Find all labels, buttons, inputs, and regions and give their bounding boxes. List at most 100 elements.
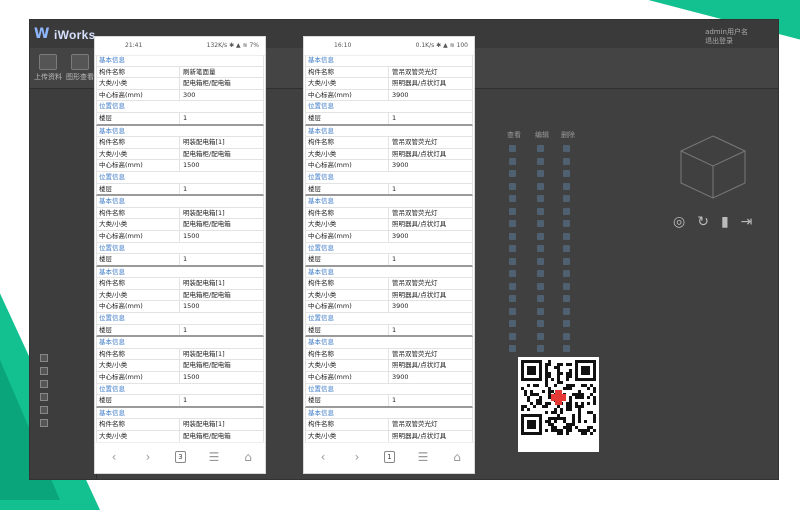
view-icon[interactable] bbox=[509, 345, 516, 352]
back-icon[interactable]: ‹ bbox=[105, 450, 123, 464]
view-icon[interactable] bbox=[509, 145, 516, 152]
delete-icon[interactable] bbox=[563, 183, 570, 190]
qr-module bbox=[527, 369, 530, 372]
edit-icon[interactable] bbox=[537, 245, 544, 252]
qr-module bbox=[572, 414, 575, 417]
delete-icon[interactable] bbox=[563, 258, 570, 265]
tree-checkbox[interactable] bbox=[40, 393, 48, 401]
view-icon[interactable] bbox=[509, 233, 516, 240]
back-icon[interactable]: ‹ bbox=[314, 450, 332, 464]
view-icon[interactable] bbox=[509, 258, 516, 265]
qr-module bbox=[548, 396, 551, 399]
view-icon[interactable] bbox=[509, 220, 516, 227]
qr-module bbox=[575, 363, 578, 366]
home-icon[interactable]: ⌂ bbox=[239, 450, 257, 464]
delete-icon[interactable] bbox=[563, 283, 570, 290]
delete-icon[interactable] bbox=[563, 158, 570, 165]
view-icon[interactable] bbox=[509, 170, 516, 177]
delete-icon[interactable] bbox=[563, 245, 570, 252]
menu-icon[interactable]: ☰ bbox=[414, 450, 432, 464]
exit-icon[interactable]: ⇥ bbox=[741, 214, 765, 230]
delete-icon[interactable] bbox=[563, 308, 570, 315]
tree-checkbox[interactable] bbox=[40, 367, 48, 375]
qr-module bbox=[584, 360, 587, 363]
qr-module bbox=[521, 405, 524, 408]
property-row: 基本信息 bbox=[96, 55, 264, 67]
delete-icon[interactable] bbox=[563, 233, 570, 240]
tree-checkbox[interactable] bbox=[40, 406, 48, 414]
property-row: 大类/小类配电箱柜/配电箱 bbox=[96, 360, 264, 372]
page-count-badge[interactable]: 1 bbox=[384, 451, 395, 463]
delete-icon[interactable] bbox=[563, 320, 570, 327]
delete-icon[interactable] bbox=[563, 345, 570, 352]
delete-icon[interactable] bbox=[563, 270, 570, 277]
forward-icon[interactable]: › bbox=[139, 450, 157, 464]
property-row: 构件名称管吊双管荧光灯 bbox=[305, 419, 473, 431]
property-key: 构件名称 bbox=[308, 278, 386, 289]
view-icon[interactable] bbox=[509, 208, 516, 215]
forward-icon[interactable]: › bbox=[348, 450, 366, 464]
user-box[interactable]: admin用户名 退出登录 bbox=[705, 28, 748, 46]
qr-module bbox=[527, 423, 530, 426]
edit-icon[interactable] bbox=[537, 333, 544, 340]
menu-icon[interactable]: ☰ bbox=[205, 450, 223, 464]
delete-icon[interactable] bbox=[563, 295, 570, 302]
section-heading: 位置信息 bbox=[308, 243, 386, 254]
edit-icon[interactable] bbox=[537, 283, 544, 290]
edit-icon[interactable] bbox=[537, 170, 544, 177]
edit-icon[interactable] bbox=[537, 158, 544, 165]
view-icon[interactable] bbox=[509, 333, 516, 340]
refresh-icon[interactable]: ↻ bbox=[697, 214, 721, 230]
tree-checkbox[interactable] bbox=[40, 419, 48, 427]
qr-module bbox=[566, 408, 569, 411]
qr-module bbox=[548, 417, 551, 420]
delete-icon[interactable] bbox=[563, 220, 570, 227]
edit-icon[interactable] bbox=[537, 183, 544, 190]
view-icon[interactable] bbox=[509, 270, 516, 277]
view-icon[interactable] bbox=[509, 283, 516, 290]
panel-icon[interactable]: ▮ bbox=[721, 214, 741, 230]
qr-module bbox=[572, 423, 575, 426]
status-time: 21:41 bbox=[125, 42, 142, 49]
property-key: 构件名称 bbox=[308, 208, 386, 219]
view-icon[interactable] bbox=[509, 245, 516, 252]
qr-module bbox=[557, 378, 560, 381]
qr-module bbox=[587, 360, 590, 363]
edit-icon[interactable] bbox=[537, 295, 544, 302]
edit-icon[interactable] bbox=[537, 320, 544, 327]
view-icon[interactable] bbox=[509, 195, 516, 202]
edit-icon[interactable] bbox=[537, 308, 544, 315]
property-row: 楼层1 bbox=[305, 395, 473, 408]
edit-icon[interactable] bbox=[537, 345, 544, 352]
logout-link[interactable]: 退出登录 bbox=[705, 37, 748, 46]
view-icon[interactable] bbox=[509, 308, 516, 315]
edit-icon[interactable] bbox=[537, 233, 544, 240]
view-cube-icon[interactable] bbox=[673, 131, 753, 201]
view-icon[interactable] bbox=[509, 158, 516, 165]
edit-icon[interactable] bbox=[537, 145, 544, 152]
view-icon[interactable] bbox=[509, 320, 516, 327]
home-icon[interactable]: ⌂ bbox=[448, 450, 466, 464]
tree-checkbox[interactable] bbox=[40, 380, 48, 388]
property-row: 中心标高(mm)1500 bbox=[96, 160, 264, 172]
tree-checkbox[interactable] bbox=[40, 354, 48, 362]
eye-off-icon[interactable]: ◎ bbox=[673, 214, 697, 230]
edit-icon[interactable] bbox=[537, 258, 544, 265]
edit-icon[interactable] bbox=[537, 220, 544, 227]
edit-icon[interactable] bbox=[537, 270, 544, 277]
view-button[interactable]: 图形查看 bbox=[66, 54, 94, 82]
qr-module bbox=[521, 426, 524, 429]
qr-module bbox=[527, 378, 530, 381]
delete-icon[interactable] bbox=[563, 208, 570, 215]
upload-button[interactable]: 上传资料 bbox=[34, 54, 62, 82]
property-key: 大类/小类 bbox=[99, 360, 177, 371]
edit-icon[interactable] bbox=[537, 195, 544, 202]
delete-icon[interactable] bbox=[563, 333, 570, 340]
delete-icon[interactable] bbox=[563, 170, 570, 177]
delete-icon[interactable] bbox=[563, 195, 570, 202]
page-count-badge[interactable]: 3 bbox=[175, 451, 186, 463]
delete-icon[interactable] bbox=[563, 145, 570, 152]
edit-icon[interactable] bbox=[537, 208, 544, 215]
view-icon[interactable] bbox=[509, 183, 516, 190]
view-icon[interactable] bbox=[509, 295, 516, 302]
